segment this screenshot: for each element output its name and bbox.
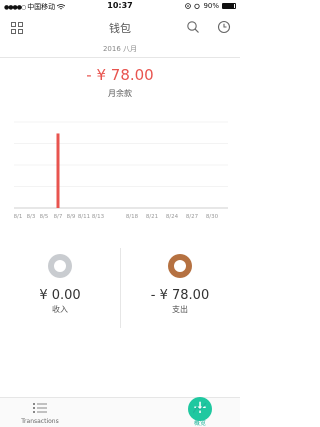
daily-balance-chart: 8/1 8/3 8/5 8/7 8/9 8/11 8/13 8/18 8/21 8/24 8/27 8… [14,121,228,220]
tab-add[interactable]: + [80,397,212,427]
expense-coin-icon [168,254,192,278]
battery-percent: 90% [203,2,219,10]
month-balance-label: 月余款 [108,89,132,98]
status-bar: ●●●●○ 中国移动 10:37 90% [0,0,240,12]
alarm-icon [194,3,201,9]
tab-transactions[interactable]: Transactions [0,398,80,427]
chart-bar [56,133,60,208]
x-tick-label: 8/7 [54,214,63,220]
clock-icon[interactable] [217,20,231,34]
x-tick-label: 8/27 [186,214,199,220]
battery-icon [222,3,236,9]
income-amount: ¥ 0.00 [39,288,81,303]
income-coin-icon [48,254,72,278]
status-right: 90% [185,2,236,10]
expense-label: 支出 [172,305,188,314]
tab-transactions-label: Transactions [21,418,59,425]
x-tick-label: 8/24 [166,214,179,220]
x-tick-label: 8/11 [78,214,90,220]
tab-overview-label: 概览 [193,420,206,427]
x-tick-label: 8/3 [27,214,36,220]
summary-section: ¥ 0.00 收入 - ¥ 78.00 支出 [0,246,240,328]
x-tick-label: 8/1 [14,214,23,220]
x-tick-label: 8/30 [206,214,219,220]
list-icon [33,403,47,413]
location-icon [185,3,192,9]
x-tick-label: 8/13 [92,214,105,220]
expense-column[interactable]: - ¥ 78.00 支出 [120,246,240,315]
month-balance-amount: - ¥ 78.00 [86,66,154,84]
page-title: 钱包 [109,22,131,35]
x-tick-label: 8/9 [67,214,76,220]
tab-bar: Transactions + 概览 [0,397,240,427]
tab-overview[interactable]: 概览 [160,398,240,427]
x-tick-label: 8/21 [146,214,158,220]
trend-icon [193,402,207,414]
search-icon[interactable] [186,20,200,34]
month-selector[interactable]: 2016 八月 [0,42,240,58]
x-tick-label: 8/18 [126,214,139,220]
income-column[interactable]: ¥ 0.00 收入 [0,246,120,315]
income-label: 收入 [52,305,68,314]
header: 钱包 [0,12,240,42]
expense-amount: - ¥ 78.00 [150,288,210,303]
x-tick-label: 8/5 [40,214,49,220]
